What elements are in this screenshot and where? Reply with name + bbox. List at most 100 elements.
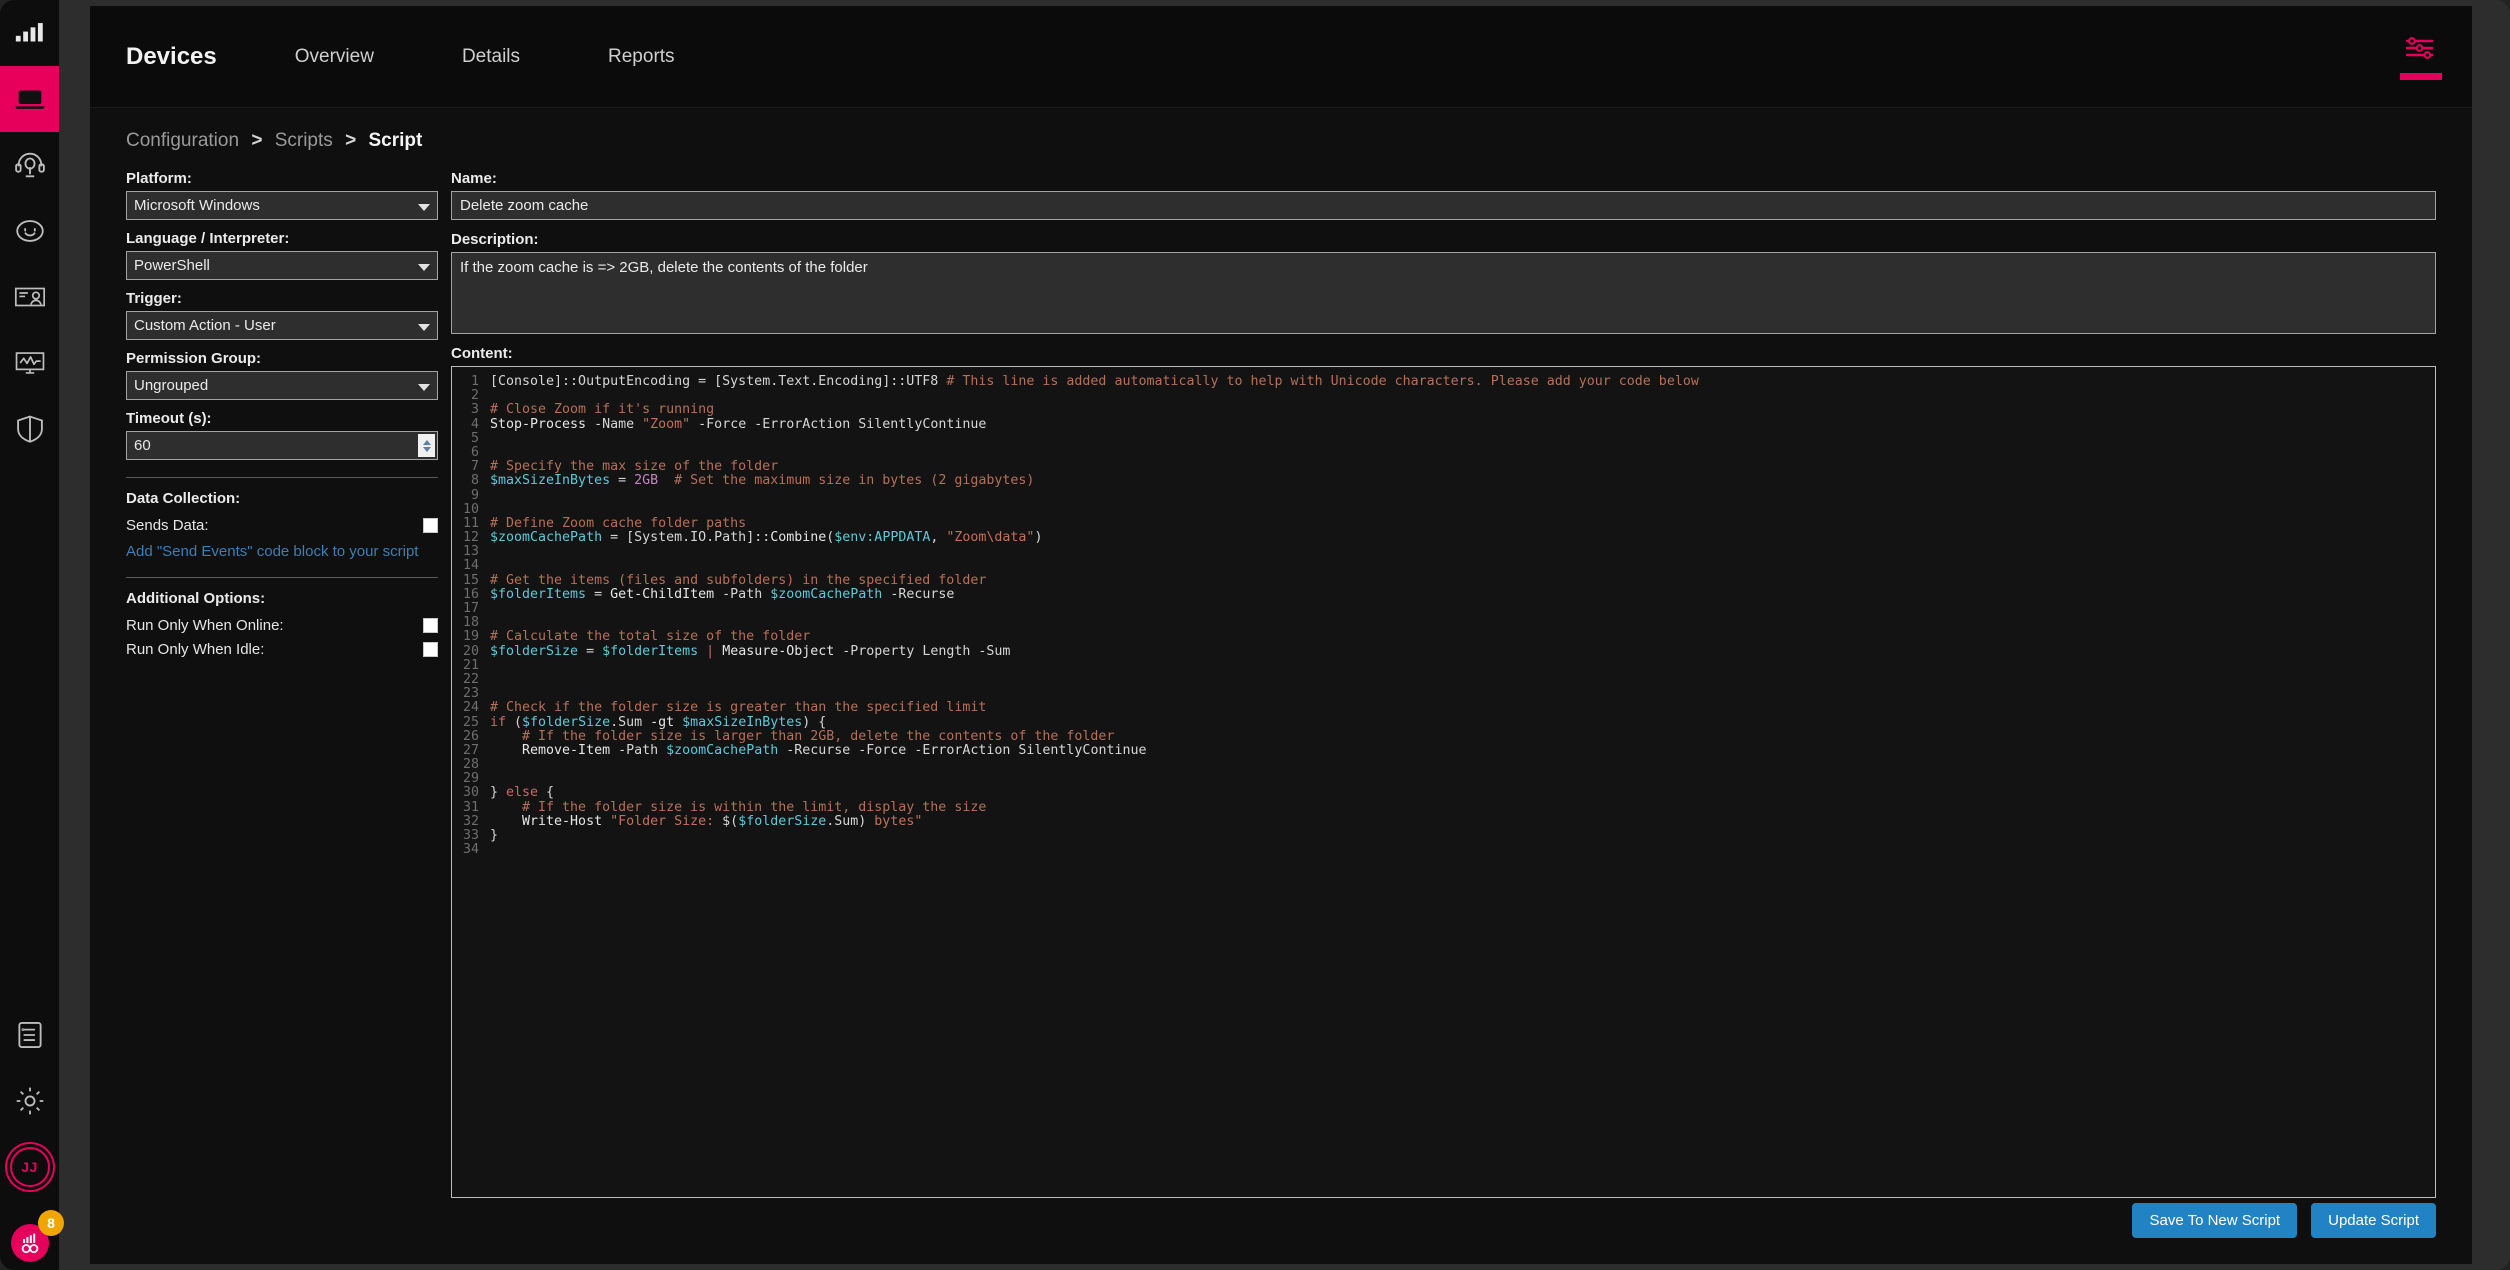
name-input[interactable]: Delete zoom cache	[451, 191, 2436, 220]
notification-badge[interactable]: 8	[38, 1210, 64, 1236]
sidebar-item-contacts[interactable]	[0, 264, 59, 330]
run-idle-checkbox[interactable]	[423, 642, 438, 657]
code-line-content: $zoomCachePath = [System.IO.Path]::Combi…	[490, 530, 1042, 546]
line-number: 34	[462, 842, 479, 858]
timeout-label: Timeout (s):	[126, 410, 212, 427]
code-token: =	[698, 374, 715, 389]
top-navigation: Devices Overview Details Reports	[90, 6, 2472, 108]
filter-menu-button[interactable]	[2400, 6, 2442, 107]
code-token: }	[490, 828, 499, 843]
name-value: Delete zoom cache	[460, 197, 589, 214]
launcher-glyph-icon	[21, 1233, 39, 1254]
line-number: 20	[462, 643, 479, 659]
trigger-select[interactable]: Custom Action - User	[126, 311, 438, 340]
code-line-content: $folderItems = Get-ChildItem -Path $zoom…	[490, 586, 955, 602]
line-number: 11	[462, 515, 479, 531]
code-line-content: Stop-Process -Name "Zoom" -Force -ErrorA…	[490, 417, 986, 432]
breadcrumb-item-scripts[interactable]: Scripts	[275, 130, 333, 151]
stepper-up-icon[interactable]	[422, 439, 431, 445]
code-token: (	[514, 714, 523, 730]
quantity-stepper[interactable]	[418, 434, 435, 457]
line-number: 3	[470, 402, 479, 418]
add-send-events-link[interactable]: Add "Send Events" code block to your scr…	[126, 543, 438, 560]
code-token: -Recurse -Force -ErrorAction SilentlyCon…	[786, 742, 1147, 758]
line-number: 18	[462, 615, 479, 631]
stepper-down-icon[interactable]	[422, 446, 431, 452]
active-indicator	[2400, 72, 2442, 80]
line-number: 30	[462, 785, 479, 801]
code-token: {	[546, 785, 555, 801]
divider	[126, 577, 438, 578]
code-line-content: }	[490, 828, 499, 843]
code-token: =	[594, 586, 611, 602]
code-line: 7 # Specify the max size of the folder	[452, 459, 2435, 475]
code-token: $zoomCachePath	[770, 586, 891, 602]
additional-options-heading: Additional Options:	[126, 590, 266, 607]
code-token: # Calculate the total size of the folder	[490, 629, 811, 645]
save-to-new-script-button[interactable]: Save To New Script	[2132, 1203, 2298, 1238]
code-token: [System.Text.Encoding]::UTF8	[714, 374, 947, 389]
sidebar-item-monitoring[interactable]	[0, 330, 59, 396]
user-avatar-button[interactable]: JJ	[0, 1134, 59, 1200]
code-line-content: $maxSizeInBytes = 2GB # Set the maximum …	[490, 474, 1034, 488]
code-line-content: Write-Host "Folder Size: $($folderSize.S…	[490, 814, 922, 829]
line-number: 17	[462, 601, 479, 616]
run-idle-label: Run Only When Idle:	[126, 641, 265, 658]
language-select[interactable]: PowerShell	[126, 251, 438, 280]
code-line-content: Remove-Item -Path $zoomCachePath -Recurs…	[490, 742, 1147, 758]
code-token: $folderItems	[602, 643, 707, 659]
tab-overview[interactable]: Overview	[295, 46, 374, 68]
permission-group-select[interactable]: Ungrouped	[126, 371, 438, 400]
language-value: PowerShell	[134, 257, 210, 274]
code-token: -Path	[618, 742, 667, 758]
gear-icon	[13, 1084, 47, 1118]
sidebar-item-dashboard[interactable]	[0, 0, 59, 66]
code-line: 3 # Close Zoom if it's running	[452, 403, 2435, 417]
line-number: 22	[462, 671, 479, 687]
signal-bars-icon	[13, 16, 47, 50]
code-token: Measure-Object	[722, 643, 843, 659]
sidebar-item-support[interactable]	[0, 132, 59, 198]
code-line: 9	[452, 488, 2435, 503]
code-token: # This line is added automatically to he…	[946, 374, 1699, 389]
code-token: $zoomCachePath	[666, 742, 787, 758]
code-editor[interactable]: 1 [Console]::OutputEncoding = [System.Tex…	[451, 366, 2436, 1198]
code-token: =	[618, 473, 635, 489]
code-line: 29	[452, 772, 2435, 786]
sidebar-item-logs[interactable]	[0, 1002, 59, 1068]
code-token: else	[506, 785, 547, 801]
update-script-button[interactable]: Update Script	[2311, 1203, 2436, 1238]
line-number: 10	[462, 501, 479, 517]
code-line: 6	[452, 445, 2435, 460]
tab-details[interactable]: Details	[462, 46, 520, 68]
code-token: -Recurse	[890, 586, 955, 602]
code-line-content: if ($folderSize.Sum -gt $maxSizeInBytes)…	[490, 714, 826, 730]
sidebar-item-devices[interactable]	[0, 66, 59, 132]
code-line: 20 $folderSize = $folderItems | Measure-O…	[452, 643, 2435, 659]
code-line: 21	[452, 658, 2435, 673]
code-body[interactable]: 1 [Console]::OutputEncoding = [System.Tex…	[452, 374, 2435, 858]
sends-data-checkbox[interactable]	[423, 518, 438, 533]
platform-select[interactable]: Microsoft Windows	[126, 191, 438, 220]
line-number: 4	[470, 416, 479, 432]
description-textarea[interactable]: If the zoom cache is => 2GB, delete the …	[451, 252, 2436, 334]
line-number: 7	[470, 459, 479, 475]
code-line: 22	[452, 671, 2435, 687]
sidebar-item-satisfaction[interactable]	[0, 198, 59, 264]
code-token: Combine	[770, 530, 827, 546]
breadcrumb: Configuration > Scripts > Script	[90, 108, 2472, 170]
code-token: -Path	[722, 586, 771, 602]
run-online-checkbox[interactable]	[423, 618, 438, 633]
timeout-input[interactable]: 60	[126, 431, 438, 460]
sidebar-item-settings[interactable]	[0, 1068, 59, 1134]
tab-reports[interactable]: Reports	[608, 46, 675, 68]
code-token: .Sum	[610, 714, 651, 730]
breadcrumb-item-configuration[interactable]: Configuration	[126, 130, 239, 151]
code-line: 13	[452, 545, 2435, 559]
code-token: 2GB	[634, 473, 667, 489]
code-token: Remove-Item	[490, 742, 619, 758]
permission-group-value: Ungrouped	[134, 377, 209, 394]
sidebar-item-security[interactable]	[0, 396, 59, 462]
code-line-content: # If the folder size is larger than 2GB,…	[490, 729, 1114, 744]
line-number: 12	[462, 530, 479, 546]
